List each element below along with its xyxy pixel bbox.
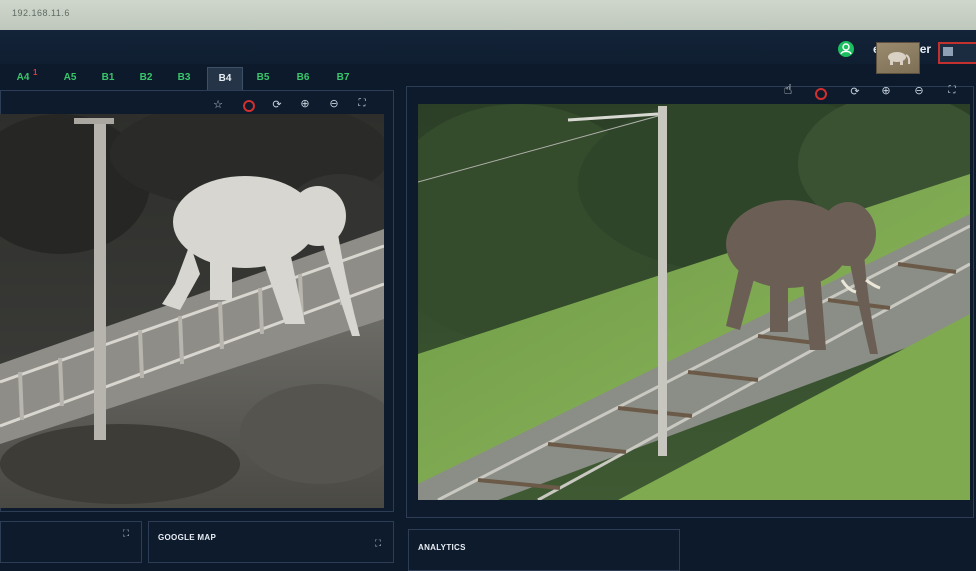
refresh-icon[interactable]: ⟳ [271,99,283,111]
user-avatar-icon[interactable] [838,41,854,57]
google-map-frame [148,521,394,563]
camera-tabs: A4 A5 B1 B2 B3 B4 B5 B6 B7 [0,64,400,90]
tab-b1[interactable]: B1 [93,67,123,89]
fullscreen-icon[interactable]: ⛶ [356,98,368,110]
tab-b2[interactable]: B2 [131,67,161,89]
fullscreen-icon[interactable]: ⛶ [120,527,132,539]
star-icon[interactable]: ☆ [212,99,224,111]
thumbnail-image-icon [943,47,953,56]
pointer-icon[interactable]: ☝ [782,82,794,96]
zoom-out-icon[interactable]: ⊖ [913,85,925,97]
tab-a4-badge: 1 [33,68,38,77]
tab-b6[interactable]: B6 [288,67,318,89]
fullscreen-icon[interactable]: ⛶ [946,85,958,97]
camera-thumbnail-elephant[interactable] [876,42,920,74]
zoom-in-icon[interactable]: ⊕ [299,98,311,110]
zoom-out-icon[interactable]: ⊖ [328,98,340,110]
record-icon[interactable] [815,88,827,100]
fullscreen-icon[interactable]: ⛶ [372,537,384,549]
thermal-camera-feed[interactable] [0,114,384,508]
browser-address-bar: 192.168.11.6 [0,0,976,30]
refresh-icon[interactable]: ⟳ [849,86,861,98]
analytics-title: ANALYTICS [418,543,466,552]
tab-a5[interactable]: A5 [55,67,85,89]
record-icon[interactable] [243,100,255,112]
google-map-title: GOOGLE MAP [158,533,217,542]
tab-b3[interactable]: B3 [169,67,199,89]
google-map-panel: GOOGLE MAP ⛶ [148,515,394,563]
tab-b4[interactable]: B4 [207,67,243,90]
bottom-panel-left: ⛶ [0,515,142,563]
app-header: eEye User [0,30,976,64]
analytics-panel: ANALYTICS [408,515,680,571]
tab-b7[interactable]: B7 [328,67,358,89]
zoom-in-icon[interactable]: ⊕ [880,85,892,97]
address-url[interactable]: 192.168.11.6 [12,8,70,18]
daylight-camera-feed[interactable] [418,104,970,500]
camera-thumbnail-selected[interactable] [938,42,976,64]
tab-b5[interactable]: B5 [248,67,278,89]
